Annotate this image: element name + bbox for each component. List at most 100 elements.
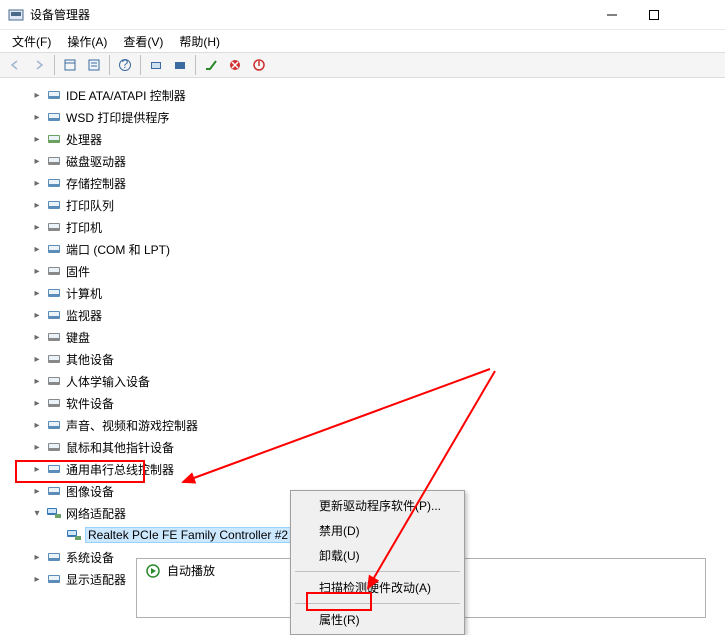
- context-menu: 更新驱动程序软件(P)... 禁用(D) 卸载(U) 扫描检测硬件改动(A) 属…: [290, 490, 465, 635]
- back-button[interactable]: [4, 54, 26, 76]
- help-toolbar-button[interactable]: ?: [114, 54, 136, 76]
- tree-item[interactable]: ▸计算机: [0, 282, 725, 304]
- tree-item-label: 网络适配器: [66, 505, 126, 522]
- tree-item[interactable]: ▸ WSD 打印提供程序: [0, 106, 725, 128]
- tree-item[interactable]: ▸存储控制器: [0, 172, 725, 194]
- maximize-button[interactable]: [633, 1, 675, 29]
- expander-icon[interactable]: ▸: [30, 110, 44, 124]
- device-icon: [46, 197, 62, 213]
- properties-toolbar-button[interactable]: [83, 54, 105, 76]
- ctx-scan-hardware[interactable]: 扫描检测硬件改动(A): [293, 575, 462, 600]
- ctx-uninstall[interactable]: 卸载(U): [293, 543, 462, 568]
- tree-item[interactable]: ▸ 端口 (COM 和 LPT): [0, 238, 725, 260]
- expander-icon[interactable]: ▸: [30, 220, 44, 234]
- device-icon: [46, 549, 62, 565]
- tree-item-label: 其他设备: [66, 351, 114, 368]
- expander-icon[interactable]: ▸: [30, 242, 44, 256]
- tree-item-label: WSD 打印提供程序: [66, 109, 169, 126]
- expander-icon[interactable]: ▸: [30, 484, 44, 498]
- expander-icon[interactable]: ▸: [30, 352, 44, 366]
- ctx-separator: [295, 603, 460, 604]
- tree-item[interactable]: ▸磁盘驱动器: [0, 150, 725, 172]
- tree-item-label: 键盘: [66, 329, 90, 346]
- device-icon: [46, 285, 62, 301]
- tree-item[interactable]: ▸监视器: [0, 304, 725, 326]
- window-title: 设备管理器: [30, 6, 591, 23]
- menubar: 文件(F) 操作(A) 查看(V) 帮助(H): [0, 30, 725, 52]
- expander-icon[interactable]: ▸: [30, 374, 44, 388]
- device-icon: [46, 263, 62, 279]
- device-icon: [46, 219, 62, 235]
- expander-icon[interactable]: ▾: [30, 506, 44, 520]
- tree-item-label: 打印队列: [66, 197, 114, 214]
- menu-action[interactable]: 操作(A): [59, 31, 115, 52]
- menu-file[interactable]: 文件(F): [4, 31, 59, 52]
- expander-icon[interactable]: ▸: [30, 286, 44, 300]
- expander-icon[interactable]: ▸: [30, 198, 44, 212]
- device-icon: [46, 439, 62, 455]
- expander-icon[interactable]: ▸: [30, 308, 44, 322]
- tree-item-label: Realtek PCIe FE Family Controller #2: [86, 528, 290, 542]
- tree-item[interactable]: ▸固件: [0, 260, 725, 282]
- ctx-properties[interactable]: 属性(R): [293, 607, 462, 632]
- toolbar-separator: [54, 55, 55, 75]
- tree-item-label: 打印机: [66, 219, 102, 236]
- device-icon: [46, 153, 62, 169]
- show-hidden-button[interactable]: [59, 54, 81, 76]
- expander-icon[interactable]: ▸: [30, 154, 44, 168]
- device-icon: [46, 351, 62, 367]
- tree-item[interactable]: ▸ 软件设备: [0, 392, 725, 414]
- device-icon: [46, 571, 62, 587]
- tree-item-label: 系统设备: [66, 549, 114, 566]
- expander-icon[interactable]: ▸: [30, 418, 44, 432]
- tree-item[interactable]: ▸ 打印机: [0, 216, 725, 238]
- expander-icon[interactable]: ▸: [30, 88, 44, 102]
- tree-item[interactable]: ▸ 其他设备: [0, 348, 725, 370]
- tree-item[interactable]: ▸通用串行总线控制器: [0, 458, 725, 480]
- tree-item-label: 软件设备: [66, 395, 114, 412]
- tree-item[interactable]: ▸ IDE ATA/ATAPI 控制器: [0, 84, 725, 106]
- tree-item-label: 图像设备: [66, 483, 114, 500]
- tree-item-label: 声音、视频和游戏控制器: [66, 417, 198, 434]
- device-icon: [46, 131, 62, 147]
- menu-help[interactable]: 帮助(H): [171, 31, 228, 52]
- tree-item-label: IDE ATA/ATAPI 控制器: [66, 87, 186, 104]
- device-icon: [46, 307, 62, 323]
- toolbar-separator: [109, 55, 110, 75]
- expander-icon[interactable]: ▸: [30, 396, 44, 410]
- forward-button[interactable]: [28, 54, 50, 76]
- device-icon: [46, 241, 62, 257]
- tree-item[interactable]: ▸人体学输入设备: [0, 370, 725, 392]
- expander-icon[interactable]: ▸: [30, 572, 44, 586]
- menu-view[interactable]: 查看(V): [115, 31, 171, 52]
- disable-toolbar-button[interactable]: [248, 54, 270, 76]
- ctx-disable[interactable]: 禁用(D): [293, 518, 462, 543]
- close-button[interactable]: [675, 1, 717, 29]
- device-icon: [46, 109, 62, 125]
- tree-item-label: 端口 (COM 和 LPT): [66, 241, 170, 258]
- expander-icon[interactable]: ▸: [30, 176, 44, 190]
- expander-icon[interactable]: ▸: [30, 330, 44, 344]
- tree-item[interactable]: ▸ 鼠标和其他指针设备: [0, 436, 725, 458]
- device-icon: [46, 395, 62, 411]
- tree-item[interactable]: ▸ 声音、视频和游戏控制器: [0, 414, 725, 436]
- titlebar: 设备管理器: [0, 0, 725, 30]
- uninstall-toolbar-button[interactable]: [224, 54, 246, 76]
- update-button[interactable]: [145, 54, 167, 76]
- tree-item-label: 鼠标和其他指针设备: [66, 439, 174, 456]
- autoplay-icon: [145, 563, 161, 579]
- toolbar-separator: [195, 55, 196, 75]
- ctx-update-driver[interactable]: 更新驱动程序软件(P)...: [293, 493, 462, 518]
- expander-icon[interactable]: ▸: [30, 462, 44, 476]
- minimize-button[interactable]: [591, 1, 633, 29]
- enable-button[interactable]: [200, 54, 222, 76]
- tree-item[interactable]: ▸ 处理器: [0, 128, 725, 150]
- expander-icon[interactable]: ▸: [30, 550, 44, 564]
- tree-item[interactable]: ▸ 打印队列: [0, 194, 725, 216]
- expander-icon[interactable]: ▸: [30, 132, 44, 146]
- tree-item-label: 处理器: [66, 131, 102, 148]
- expander-icon[interactable]: ▸: [30, 440, 44, 454]
- expander-icon[interactable]: ▸: [30, 264, 44, 278]
- tree-item[interactable]: ▸ 键盘: [0, 326, 725, 348]
- scan-button[interactable]: [169, 54, 191, 76]
